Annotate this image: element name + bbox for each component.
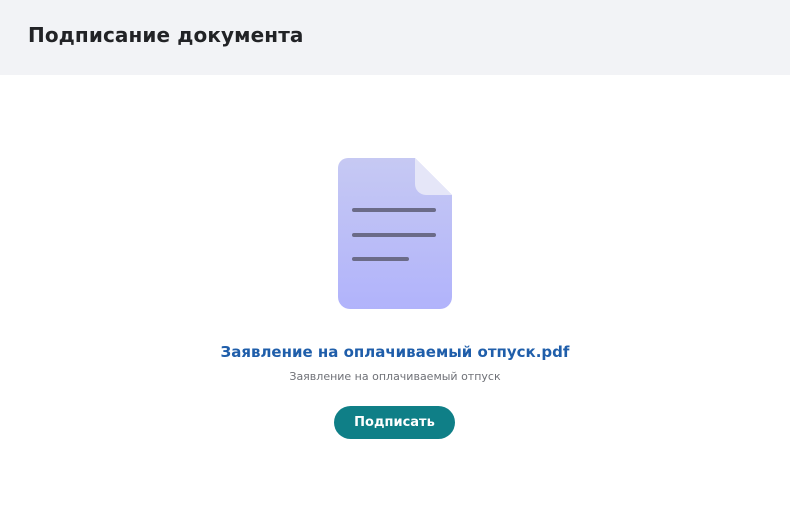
page-title: Подписание документа bbox=[28, 23, 304, 47]
page-header: Подписание документа bbox=[0, 0, 790, 75]
document-icon bbox=[338, 158, 452, 309]
document-description: Заявление на оплачиваемый отпуск bbox=[289, 370, 501, 383]
sign-button[interactable]: Подписать bbox=[334, 406, 455, 439]
document-file-link[interactable]: Заявление на оплачиваемый отпуск.pdf bbox=[0, 341, 790, 363]
